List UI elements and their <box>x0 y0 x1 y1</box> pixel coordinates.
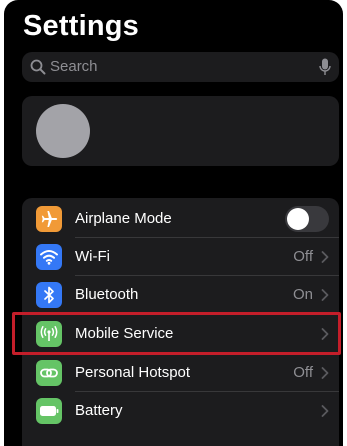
settings-row-battery[interactable]: Battery <box>22 392 339 430</box>
search-placeholder: Search <box>50 58 98 75</box>
battery-icon <box>36 398 62 424</box>
wifi-status-value: Off <box>293 248 313 265</box>
search-field[interactable]: Search <box>22 52 339 82</box>
apple-account-card[interactable] <box>22 96 339 166</box>
toggle-knob <box>287 208 309 230</box>
row-divider <box>75 313 339 314</box>
bluetooth-icon <box>36 282 62 308</box>
settings-row-label: Mobile Service <box>75 325 174 342</box>
chevron-right-icon <box>321 251 329 263</box>
chevron-right-icon <box>321 405 329 417</box>
chevron-right-icon <box>321 328 329 340</box>
connectivity-settings-group: Airplane Mode Wi-Fi Off Bluetooth On Mob… <box>22 198 339 446</box>
settings-row-label: Personal Hotspot <box>75 364 191 381</box>
airplane-icon <box>36 206 62 232</box>
microphone-icon[interactable] <box>319 58 331 76</box>
settings-row-bluetooth[interactable]: Bluetooth On <box>22 276 339 314</box>
settings-screen: Settings Search Airplane Mode Wi-Fi Off … <box>4 0 343 446</box>
settings-row-label: Airplane Mode <box>75 210 172 227</box>
antenna-icon <box>36 321 62 347</box>
settings-row-personal-hotspot[interactable]: Personal Hotspot Off <box>22 354 339 392</box>
chevron-right-icon <box>321 289 329 301</box>
hotspot-icon <box>36 360 62 386</box>
airplane-mode-toggle[interactable] <box>285 206 329 232</box>
chevron-right-icon <box>321 367 329 379</box>
settings-row-label: Bluetooth <box>75 286 139 303</box>
settings-row-airplane-mode[interactable]: Airplane Mode <box>22 200 339 238</box>
page-title: Settings <box>23 10 139 42</box>
settings-row-label: Wi-Fi <box>75 248 110 265</box>
settings-row-mobile-service[interactable]: Mobile Service <box>22 315 339 353</box>
search-icon <box>30 59 46 75</box>
settings-row-wifi[interactable]: Wi-Fi Off <box>22 238 339 276</box>
row-divider <box>75 352 339 353</box>
wifi-icon <box>36 244 62 270</box>
settings-row-label: Battery <box>75 402 123 419</box>
bluetooth-status-value: On <box>292 286 313 303</box>
hotspot-status-value: Off <box>293 364 313 381</box>
avatar <box>36 104 90 158</box>
